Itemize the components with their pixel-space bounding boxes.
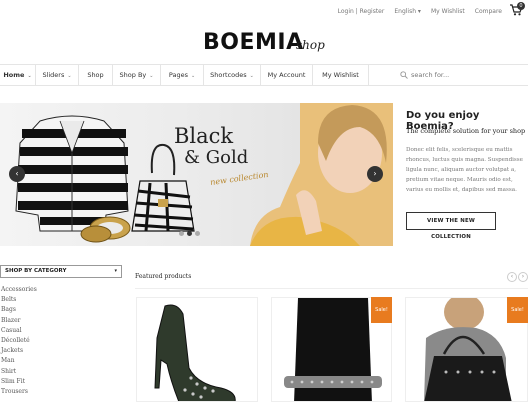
nav-item-shortcodes[interactable]: Shortcodes ⌄ bbox=[204, 65, 261, 85]
search-box bbox=[396, 65, 528, 85]
search-icon[interactable] bbox=[400, 71, 408, 79]
sale-badge: Sale! bbox=[507, 297, 528, 323]
compare-link[interactable]: Compare bbox=[475, 8, 502, 15]
slider-dot[interactable] bbox=[195, 231, 200, 236]
shoe-image bbox=[154, 304, 236, 401]
wishlist-link[interactable]: My Wishlist bbox=[431, 8, 465, 15]
slide-title-line2: & Gold bbox=[184, 147, 249, 168]
featured-products-title: Featured products bbox=[135, 273, 192, 280]
nav-label: Shop By bbox=[119, 71, 147, 79]
divider bbox=[135, 288, 528, 289]
slider-dots bbox=[179, 231, 200, 236]
slide-title-line1: Black bbox=[174, 124, 234, 148]
view-collection-button[interactable]: VIEW THE NEW COLLECTION bbox=[406, 212, 496, 240]
nav-label: Home bbox=[3, 71, 25, 79]
language-selector[interactable]: English ▾ bbox=[394, 8, 421, 15]
category-item[interactable]: Slim Fit bbox=[1, 377, 37, 387]
category-item[interactable]: Man bbox=[1, 356, 37, 366]
category-item[interactable]: Belts bbox=[1, 295, 37, 305]
chevron-down-icon: ⌄ bbox=[149, 73, 154, 79]
top-links: Login | Register English ▾ My Wishlist C… bbox=[338, 8, 502, 15]
sale-badge: Sale! bbox=[371, 297, 392, 323]
main-nav: Home ⌄ Sliders ⌄ Shop Shop By ⌄ Pages ⌄ Shor… bbox=[0, 64, 528, 86]
logo-script: shop bbox=[296, 38, 325, 52]
category-item[interactable]: Blazer bbox=[1, 316, 37, 326]
promo-subheading: The complete solution for your shop bbox=[406, 127, 526, 135]
cart-count-badge: 0 bbox=[517, 2, 525, 10]
caret-down-icon: ▾ bbox=[114, 268, 117, 274]
category-select[interactable]: SHOP BY CATEGORY ▾ bbox=[0, 265, 122, 278]
slider-dot-active[interactable] bbox=[187, 231, 192, 236]
top-bar: Login | Register English ▾ My Wishlist C… bbox=[0, 0, 528, 22]
category-item[interactable]: Trousers bbox=[1, 387, 37, 397]
nav-item-shop-by[interactable]: Shop By ⌄ bbox=[113, 65, 161, 85]
nav-item-pages[interactable]: Pages ⌄ bbox=[161, 65, 204, 85]
nav-label: Shop bbox=[87, 71, 104, 79]
nav-label: My Account bbox=[267, 71, 306, 79]
promo-body: Donec elit felis, scelerisque eu mattis … bbox=[406, 147, 523, 193]
featured-next-icon[interactable]: › bbox=[518, 272, 528, 282]
category-item[interactable]: Casual bbox=[1, 326, 37, 336]
nav-item-shop[interactable]: Shop bbox=[79, 65, 113, 85]
chevron-down-icon: ⌄ bbox=[27, 73, 32, 79]
featured-prev-icon[interactable]: ‹ bbox=[507, 272, 517, 282]
search-input[interactable] bbox=[411, 68, 521, 82]
nav-item-sliders[interactable]: Sliders ⌄ bbox=[36, 65, 79, 85]
category-item[interactable]: Bags bbox=[1, 305, 37, 315]
category-item[interactable]: Shirt bbox=[1, 367, 37, 377]
chevron-down-icon: ⌄ bbox=[249, 73, 254, 79]
nav-label: Sliders bbox=[42, 71, 65, 79]
nav-label: Shortcodes bbox=[210, 71, 247, 79]
category-item[interactable]: Décolleté bbox=[1, 336, 37, 346]
slider-prev-icon[interactable]: ‹ bbox=[9, 166, 25, 182]
login-register-link[interactable]: Login | Register bbox=[338, 8, 385, 15]
nav-label: Pages bbox=[168, 71, 188, 79]
slider-dot[interactable] bbox=[179, 231, 184, 236]
chevron-down-icon: ⌄ bbox=[67, 73, 72, 79]
slider-next-icon[interactable]: › bbox=[367, 166, 383, 182]
category-select-label: SHOP BY CATEGORY bbox=[5, 268, 67, 274]
nav-item-my-account[interactable]: My Account bbox=[261, 65, 313, 85]
chevron-down-icon: ⌄ bbox=[190, 73, 196, 79]
category-list: Accessories Belts Bags Blazer Casual Déc… bbox=[1, 285, 37, 397]
nav-label: My Wishlist bbox=[322, 71, 359, 79]
product-card[interactable] bbox=[136, 297, 258, 402]
category-item[interactable]: Accessories bbox=[1, 285, 37, 295]
category-item[interactable]: Jackets bbox=[1, 346, 37, 356]
cardigan-image bbox=[15, 115, 129, 232]
logo[interactable]: BOEMIA bbox=[203, 30, 304, 55]
nav-item-home[interactable]: Home ⌄ bbox=[0, 65, 36, 85]
nav-item-my-wishlist[interactable]: My Wishlist bbox=[313, 65, 369, 85]
